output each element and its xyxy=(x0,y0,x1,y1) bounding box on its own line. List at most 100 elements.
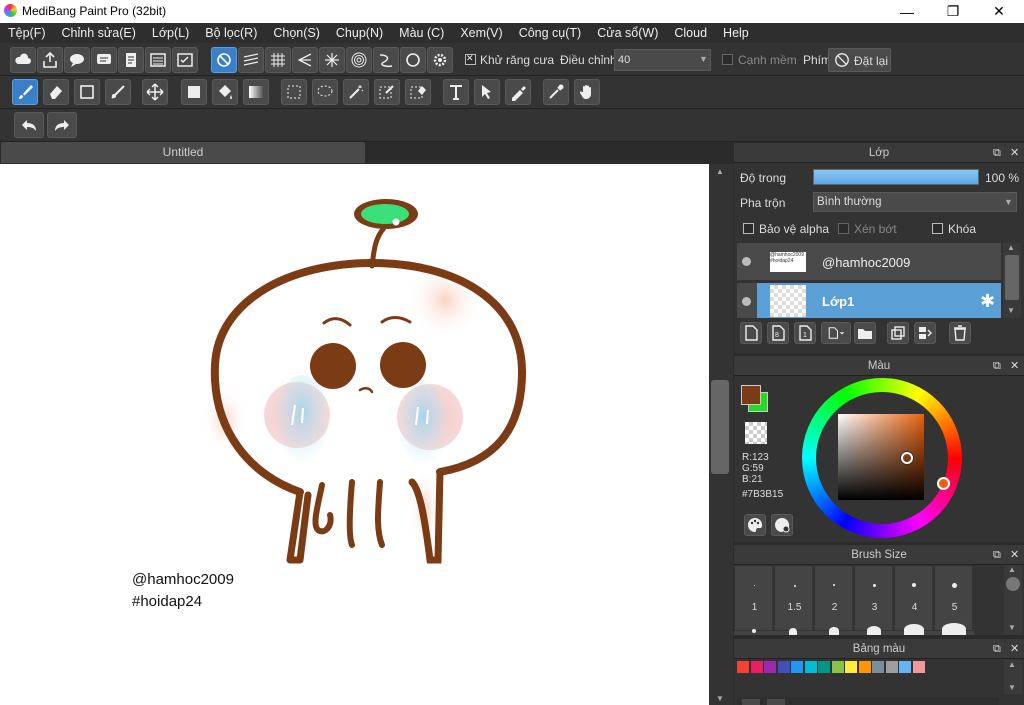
scroll-down-icon[interactable]: ▼ xyxy=(1008,623,1016,632)
brush-scrollbar[interactable]: ▲ ▼ xyxy=(1004,565,1022,635)
palette-swatch[interactable] xyxy=(750,661,763,673)
merge-layer-icon[interactable] xyxy=(914,322,936,344)
operation-tool-icon[interactable] xyxy=(474,79,500,105)
hue-picker-handle[interactable] xyxy=(937,477,950,490)
menu-edit[interactable]: Chỉnh sửa(E) xyxy=(54,26,144,40)
comment-icon[interactable] xyxy=(64,47,90,73)
share-icon[interactable] xyxy=(37,47,63,73)
clip-checkbox[interactable] xyxy=(838,223,849,234)
maximize-button[interactable]: ❐ xyxy=(930,0,976,23)
folder-icon[interactable] xyxy=(854,322,876,344)
palette-add-button[interactable] xyxy=(742,699,760,705)
close-panel-icon[interactable]: ✕ xyxy=(1010,356,1019,376)
lock-checkbox[interactable] xyxy=(932,223,943,234)
menu-color[interactable]: Màu (C) xyxy=(391,26,452,40)
menu-tools[interactable]: Công cụ(T) xyxy=(511,26,590,40)
color-settings-icon[interactable] xyxy=(771,514,793,536)
visibility-eye-icon[interactable] xyxy=(742,257,751,266)
perspective-snap-icon[interactable] xyxy=(292,47,318,73)
add-layer-menu-icon[interactable] xyxy=(821,322,851,344)
message-icon[interactable] xyxy=(91,47,117,73)
menu-filter[interactable]: Bộ lọc(R) xyxy=(197,26,265,40)
magic-wand-tool-icon[interactable] xyxy=(343,79,369,105)
brush-size-cell[interactable]: 5 xyxy=(934,565,973,631)
visibility-eye-icon[interactable] xyxy=(742,297,751,306)
menu-file[interactable]: Tệp(F) xyxy=(0,26,54,40)
new-layer-1bit-icon[interactable]: 1 xyxy=(794,322,816,344)
sv-picker-handle[interactable] xyxy=(901,452,913,464)
adjust-select[interactable]: 40 ▼ xyxy=(614,49,711,71)
palette-swatch[interactable] xyxy=(818,661,830,673)
palette-swatch[interactable] xyxy=(912,661,925,673)
palette-swatch[interactable] xyxy=(831,661,844,673)
menu-help[interactable]: Help xyxy=(715,26,757,40)
close-panel-icon[interactable]: ✕ xyxy=(1010,143,1019,163)
brush-size-cell[interactable]: 1 xyxy=(734,565,773,631)
brush-size-cell[interactable]: 3 xyxy=(854,565,893,631)
opacity-slider[interactable] xyxy=(813,169,979,185)
undock-icon[interactable]: ⧉ xyxy=(993,639,1001,659)
checklist-icon[interactable] xyxy=(172,47,198,73)
layer-settings-gear-icon[interactable]: ✱ xyxy=(980,292,995,310)
list-icon[interactable] xyxy=(145,47,171,73)
hue-ring[interactable] xyxy=(802,378,962,538)
menu-select[interactable]: Chọn(S) xyxy=(265,26,328,40)
scroll-up-icon[interactable]: ▲ xyxy=(716,167,724,176)
menu-snap[interactable]: Chụp(N) xyxy=(328,26,391,40)
soft-edge-checkbox[interactable] xyxy=(722,54,733,65)
layer-row[interactable]: @hamhoc2009 #hoidap24 @hamhoc2009 xyxy=(737,243,1001,281)
palette-swatch[interactable] xyxy=(804,661,817,673)
curve-snap-icon[interactable] xyxy=(373,47,399,73)
new-layer-8bit-icon[interactable]: 8 xyxy=(767,322,789,344)
brush-scroll-thumb[interactable] xyxy=(1006,577,1020,591)
palette-swatch[interactable] xyxy=(885,661,898,673)
blur-tool-icon[interactable] xyxy=(505,79,531,105)
palette-swatch[interactable] xyxy=(737,661,749,673)
move-tool-icon[interactable] xyxy=(142,79,168,105)
palette-menu-button[interactable] xyxy=(767,699,785,705)
brush-tool-icon[interactable] xyxy=(12,79,38,105)
redo-icon[interactable] xyxy=(47,112,77,138)
undock-icon[interactable]: ⧉ xyxy=(993,545,1001,565)
menu-cloud[interactable]: Cloud xyxy=(666,26,715,40)
scroll-down-icon[interactable]: ▼ xyxy=(716,694,724,703)
gradient-tool-icon[interactable] xyxy=(243,79,269,105)
document-icon[interactable] xyxy=(118,47,144,73)
palette-swatch[interactable] xyxy=(791,661,803,673)
select-pen-tool-icon[interactable] xyxy=(374,79,400,105)
palette-swatch[interactable] xyxy=(845,661,857,673)
foreground-color-swatch[interactable] xyxy=(741,385,761,405)
radial-snap-icon[interactable] xyxy=(319,47,345,73)
duplicate-layer-icon[interactable] xyxy=(887,322,909,344)
menu-layer[interactable]: Lớp(L) xyxy=(144,26,197,40)
brush-size-cell[interactable]: 2 xyxy=(814,565,853,631)
grid-snap-icon[interactable] xyxy=(265,47,291,73)
cloud-icon[interactable] xyxy=(10,47,36,73)
close-button[interactable]: ✕ xyxy=(976,0,1022,23)
eyedropper-tool-icon[interactable] xyxy=(543,79,569,105)
rectangle-tool-icon[interactable] xyxy=(74,79,100,105)
palette-swatch[interactable] xyxy=(872,661,884,673)
lasso-tool-icon[interactable] xyxy=(312,79,338,105)
menu-view[interactable]: Xem(V) xyxy=(452,26,510,40)
eraser-tool-icon[interactable] xyxy=(43,79,69,105)
menu-window[interactable]: Cửa sổ(W) xyxy=(589,26,666,40)
select-rect-tool-icon[interactable] xyxy=(281,79,307,105)
text-tool-icon[interactable] xyxy=(443,79,469,105)
concentric-snap-icon[interactable] xyxy=(346,47,372,73)
layer-row-selected[interactable]: Lớp1 ✱ xyxy=(737,283,1001,321)
layer-scrollbar[interactable]: ▲ ▼ xyxy=(1003,243,1021,318)
palette-swatch[interactable] xyxy=(764,661,776,673)
minimize-button[interactable]: — xyxy=(884,0,930,23)
scroll-up-icon[interactable]: ▲ xyxy=(1007,243,1015,252)
layer-scroll-thumb[interactable] xyxy=(1005,255,1019,300)
reset-button[interactable]: Đặt lại xyxy=(828,48,891,72)
palette-swatch[interactable] xyxy=(899,661,911,673)
scroll-down-icon[interactable]: ▼ xyxy=(1007,306,1015,315)
close-panel-icon[interactable]: ✕ xyxy=(1010,639,1019,659)
blend-select[interactable]: Bình thường ▼ xyxy=(813,192,1017,212)
trash-icon[interactable] xyxy=(949,322,971,344)
hand-tool-icon[interactable] xyxy=(574,79,600,105)
brush-size-cell[interactable]: 4 xyxy=(894,565,933,631)
scroll-down-icon[interactable]: ▼ xyxy=(1008,683,1016,692)
